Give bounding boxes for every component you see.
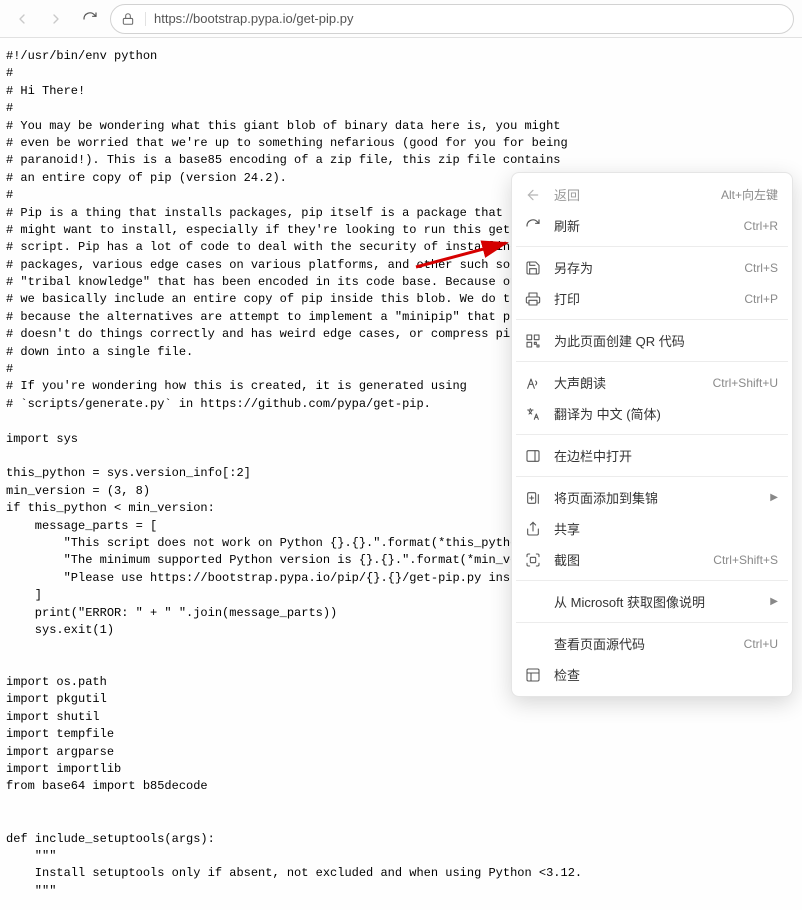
menu-item-translate[interactable]: 翻译为 中文 (简体): [512, 398, 792, 429]
menu-separator: [516, 580, 788, 581]
reload-icon: [524, 217, 542, 235]
menu-label: 返回: [554, 185, 709, 204]
share-icon: [524, 520, 542, 538]
menu-shortcut: Ctrl+R: [744, 219, 778, 233]
qr-icon: [524, 332, 542, 350]
menu-label: 刷新: [554, 216, 732, 235]
menu-item-save-as[interactable]: 另存为 Ctrl+S: [512, 252, 792, 283]
menu-shortcut: Ctrl+S: [744, 261, 778, 275]
menu-separator: [516, 319, 788, 320]
address-bar[interactable]: https://bootstrap.pypa.io/get-pip.py: [110, 4, 794, 34]
back-button[interactable]: [8, 5, 36, 33]
menu-shortcut: Ctrl+Shift+U: [713, 376, 778, 390]
menu-item-back: 返回 Alt+向左键: [512, 179, 792, 210]
menu-separator: [516, 622, 788, 623]
menu-separator: [516, 476, 788, 477]
menu-item-add-collection[interactable]: 将页面添加到集锦 ▶: [512, 482, 792, 513]
menu-separator: [516, 246, 788, 247]
menu-label: 在边栏中打开: [554, 446, 778, 465]
context-menu: 返回 Alt+向左键 刷新 Ctrl+R 另存为 Ctrl+S 打印 Ctrl+…: [511, 172, 793, 697]
blank-icon: [524, 635, 542, 653]
menu-item-view-source[interactable]: 查看页面源代码 Ctrl+U: [512, 628, 792, 659]
lock-icon: [121, 12, 135, 26]
menu-item-read-aloud[interactable]: 大声朗读 Ctrl+Shift+U: [512, 367, 792, 398]
menu-label: 共享: [554, 519, 778, 538]
blank-icon: [524, 593, 542, 611]
menu-item-ms-image-desc[interactable]: 从 Microsoft 获取图像说明 ▶: [512, 586, 792, 617]
arrow-left-icon: [524, 186, 542, 204]
menu-label: 从 Microsoft 获取图像说明: [554, 592, 752, 611]
menu-item-print[interactable]: 打印 Ctrl+P: [512, 283, 792, 314]
menu-item-refresh[interactable]: 刷新 Ctrl+R: [512, 210, 792, 241]
reload-icon: [82, 11, 98, 27]
collection-icon: [524, 489, 542, 507]
menu-shortcut: Alt+向左键: [721, 186, 778, 203]
menu-label: 检查: [554, 665, 778, 684]
menu-item-open-sidebar[interactable]: 在边栏中打开: [512, 440, 792, 471]
menu-label: 查看页面源代码: [554, 634, 732, 653]
site-security-region[interactable]: [121, 12, 146, 26]
browser-toolbar: https://bootstrap.pypa.io/get-pip.py: [0, 0, 802, 38]
menu-label: 将页面添加到集锦: [554, 488, 752, 507]
menu-shortcut: Ctrl+U: [744, 637, 778, 651]
arrow-left-icon: [14, 11, 30, 27]
menu-label: 截图: [554, 550, 701, 569]
menu-label: 大声朗读: [554, 373, 701, 392]
menu-item-inspect[interactable]: 检查: [512, 659, 792, 690]
save-icon: [524, 259, 542, 277]
menu-item-screenshot[interactable]: 截图 Ctrl+Shift+S: [512, 544, 792, 575]
menu-shortcut: Ctrl+P: [744, 292, 778, 306]
reload-button[interactable]: [76, 5, 104, 33]
forward-button[interactable]: [42, 5, 70, 33]
menu-label: 为此页面创建 QR 代码: [554, 331, 778, 350]
chevron-right-icon: ▶: [770, 492, 778, 503]
screenshot-icon: [524, 551, 542, 569]
menu-separator: [516, 434, 788, 435]
menu-item-qr-code[interactable]: 为此页面创建 QR 代码: [512, 325, 792, 356]
inspect-icon: [524, 666, 542, 684]
menu-item-share[interactable]: 共享: [512, 513, 792, 544]
translate-icon: [524, 405, 542, 423]
arrow-right-icon: [48, 11, 64, 27]
print-icon: [524, 290, 542, 308]
menu-label: 打印: [554, 289, 732, 308]
menu-label: 另存为: [554, 258, 732, 277]
sidebar-icon: [524, 447, 542, 465]
menu-label: 翻译为 中文 (简体): [554, 404, 778, 423]
read-aloud-icon: [524, 374, 542, 392]
menu-shortcut: Ctrl+Shift+S: [713, 553, 778, 567]
menu-separator: [516, 361, 788, 362]
chevron-right-icon: ▶: [770, 596, 778, 607]
url-text: https://bootstrap.pypa.io/get-pip.py: [154, 11, 353, 26]
